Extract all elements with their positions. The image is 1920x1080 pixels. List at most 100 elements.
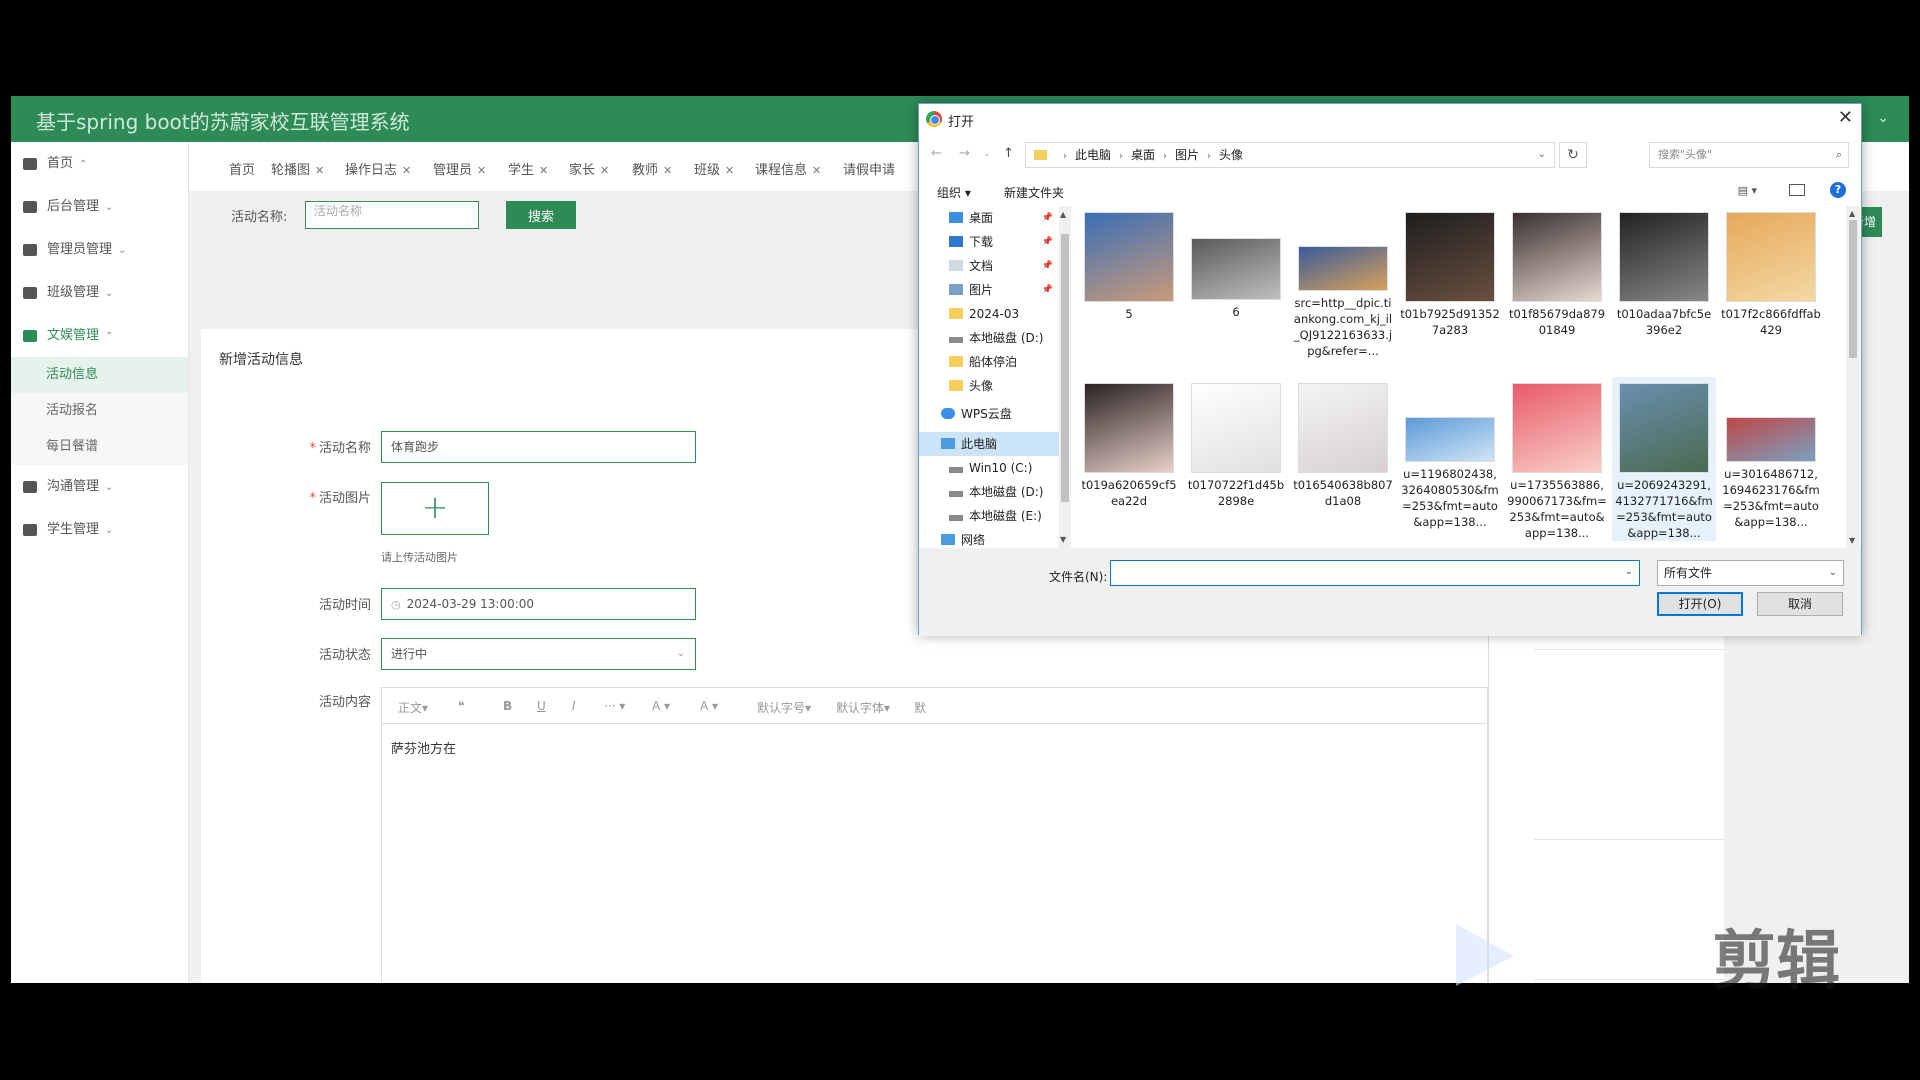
scrollbar-thumb[interactable]	[1849, 220, 1857, 358]
tab-home[interactable]: 首页	[229, 159, 255, 178]
back-icon[interactable]: ←	[931, 146, 942, 161]
tab-teacher[interactable]: 教师 ✕	[632, 159, 672, 178]
address-bar[interactable]: › 此电脑 › 桌面 › 图片 › 头像 ⌄	[1025, 142, 1555, 168]
tab-operation-log[interactable]: 操作日志 ✕	[345, 159, 411, 178]
submenu-item-daily-menu[interactable]: 每日餐谱	[11, 429, 188, 465]
chevron-down-icon[interactable]: ⌄	[1877, 110, 1889, 126]
preview-pane-icon[interactable]	[1789, 184, 1805, 196]
cancel-button[interactable]: 取消	[1757, 592, 1843, 616]
quote-icon[interactable]: ❝	[458, 699, 464, 713]
file-item[interactable]: t01b7925d913527a283	[1398, 206, 1502, 370]
search-button[interactable]: 搜索	[506, 201, 576, 229]
submenu-item-activity-info[interactable]: 活动信息	[11, 357, 188, 393]
tree-item-downloads[interactable]: 下载 📌	[919, 230, 1059, 254]
file-item[interactable]: src=http__dpic.tiankong.com_kj_il_QJ9122…	[1291, 206, 1395, 370]
organize-button[interactable]: 组织 ▾	[937, 184, 971, 201]
file-item[interactable]: u=1735563886,990067173&fm=253&fmt=auto&a…	[1505, 377, 1609, 541]
tree-item-wps-cloud[interactable]: WPS云盘	[919, 402, 1059, 426]
activity-status-select[interactable]: 进行中 ⌄	[381, 638, 696, 670]
recent-locations-icon[interactable]: ⌄	[983, 149, 991, 159]
tree-item-drive-e[interactable]: 本地磁盘 (E:)	[919, 504, 1059, 528]
image-upload-button[interactable]: +	[381, 482, 489, 535]
tree-item-drive-d[interactable]: 本地磁盘 (D:)	[919, 480, 1059, 504]
font-color-icon[interactable]: A ▾	[652, 699, 670, 713]
view-options-icon[interactable]: ▤ ▾	[1738, 184, 1757, 197]
sidebar-item-class[interactable]: 班级管理 ⌄	[11, 271, 188, 314]
activity-name-input[interactable]: 体育跑步	[381, 431, 696, 463]
file-item[interactable]: t019a620659cf5ea22d	[1077, 377, 1181, 541]
tab-course-info[interactable]: 课程信息 ✕	[755, 159, 821, 178]
rich-text-editor[interactable]: 正文▾ ❝ B U I ··· ▾ A ▾ A ▾ 默认字号▾ 默认字体▾ 默 …	[381, 687, 1488, 983]
tab-carousel[interactable]: 轮播图 ✕	[271, 159, 324, 178]
open-button[interactable]: 打开(O)	[1657, 592, 1743, 616]
bold-icon[interactable]: B	[503, 699, 512, 713]
line-height-dropdown[interactable]: 默	[914, 699, 926, 716]
close-icon[interactable]: ✕	[812, 164, 821, 177]
tree-item-this-pc[interactable]: 此电脑	[919, 432, 1059, 456]
tree-scrollbar[interactable]: ▲ ▼	[1059, 206, 1071, 548]
tree-item-network[interactable]: 网络	[919, 528, 1059, 548]
tree-item-pictures[interactable]: 图片 📌	[919, 278, 1059, 302]
close-icon[interactable]: ✕	[663, 164, 672, 177]
font-family-dropdown[interactable]: 默认字体▾	[836, 699, 890, 716]
file-item[interactable]: t01f85679da87901849	[1505, 206, 1609, 370]
file-item[interactable]: u=1196802438,3264080530&fm=253&fmt=auto&…	[1398, 377, 1502, 541]
tab-admin[interactable]: 管理员 ✕	[433, 159, 486, 178]
activity-time-picker[interactable]: ◷ 2024-03-29 13:00:00	[381, 588, 696, 620]
sidebar-item-student[interactable]: 学生管理 ⌄	[11, 508, 188, 551]
sidebar-item-entertainment[interactable]: 文娱管理 ⌃	[11, 314, 188, 357]
filename-input[interactable]: ⌄	[1110, 560, 1640, 586]
forward-icon[interactable]: →	[959, 146, 970, 161]
tab-student[interactable]: 学生 ✕	[508, 159, 548, 178]
file-item[interactable]: t017f2c866fdffab429	[1719, 206, 1823, 370]
file-item[interactable]: u=3016486712,1694623176&fm=253&fmt=auto&…	[1719, 377, 1823, 541]
font-size-dropdown[interactable]: 默认字号▾	[757, 699, 811, 716]
submenu-item-activity-signup[interactable]: 活动报名	[11, 393, 188, 429]
breadcrumb-item[interactable]: 图片	[1175, 148, 1199, 162]
more-icon[interactable]: ··· ▾	[604, 699, 625, 713]
italic-icon[interactable]: I	[572, 699, 576, 713]
sidebar-item-backend[interactable]: 后台管理 ⌄	[11, 185, 188, 228]
editor-content[interactable]: 萨芬池方在	[382, 724, 1487, 771]
breadcrumb-item[interactable]: 此电脑	[1075, 148, 1111, 162]
close-icon[interactable]: ✕	[1838, 107, 1853, 128]
close-icon[interactable]: ✕	[315, 164, 324, 177]
file-item[interactable]: 5	[1077, 206, 1181, 370]
tab-class[interactable]: 班级 ✕	[694, 159, 734, 178]
background-color-icon[interactable]: A ▾	[700, 699, 718, 713]
close-icon[interactable]: ✕	[477, 164, 486, 177]
chevron-down-icon[interactable]: ⌄	[1625, 566, 1633, 577]
close-icon[interactable]: ✕	[539, 164, 548, 177]
scrollbar-thumb[interactable]	[1061, 234, 1069, 502]
files-scrollbar[interactable]: ▲ ▼	[1846, 206, 1860, 548]
breadcrumb-item[interactable]: 头像	[1219, 148, 1243, 162]
chevron-down-icon[interactable]: ⌄	[1538, 143, 1546, 167]
tree-item-2024-03[interactable]: 2024-03	[919, 302, 1059, 326]
tree-item-disk-d[interactable]: 本地磁盘 (D:)	[919, 326, 1059, 350]
tab-leave-request[interactable]: 请假申请	[843, 159, 895, 178]
tree-item-avatar[interactable]: 头像	[919, 374, 1059, 398]
tree-item-drive-c[interactable]: Win10 (C:)	[919, 456, 1059, 480]
close-icon[interactable]: ✕	[725, 164, 734, 177]
file-item[interactable]: t016540638b807d1a08	[1291, 377, 1395, 541]
paragraph-style-dropdown[interactable]: 正文▾	[398, 699, 428, 716]
up-icon[interactable]: ↑	[1003, 146, 1014, 161]
file-item[interactable]: t010adaa7bfc5e396e2	[1612, 206, 1716, 370]
refresh-icon[interactable]: ↻	[1559, 142, 1587, 168]
search-input[interactable]: 搜索"头像" ⌕	[1649, 142, 1849, 168]
sidebar-item-communication[interactable]: 沟通管理 ⌄	[11, 465, 188, 508]
help-icon[interactable]: ?	[1830, 182, 1846, 198]
new-folder-button[interactable]: 新建文件夹	[1004, 184, 1064, 201]
file-item[interactable]: 6	[1184, 206, 1288, 370]
sidebar-item-home[interactable]: 首页 ⌃	[11, 142, 188, 185]
tree-item-ship-berth[interactable]: 船体停泊	[919, 350, 1059, 374]
close-icon[interactable]: ✕	[402, 164, 411, 177]
underline-icon[interactable]: U	[537, 699, 546, 713]
file-item[interactable]: u=2069243291,4132771716&fm=253&fmt=auto&…	[1612, 377, 1716, 541]
scroll-down-icon[interactable]: ▼	[1060, 535, 1066, 544]
search-input[interactable]: 活动名称	[305, 201, 479, 229]
scroll-down-icon[interactable]: ▼	[1849, 536, 1855, 545]
tree-item-desktop[interactable]: 桌面 📌	[919, 206, 1059, 230]
scroll-up-icon[interactable]: ▲	[1060, 210, 1066, 219]
scroll-up-icon[interactable]: ▲	[1849, 209, 1855, 218]
